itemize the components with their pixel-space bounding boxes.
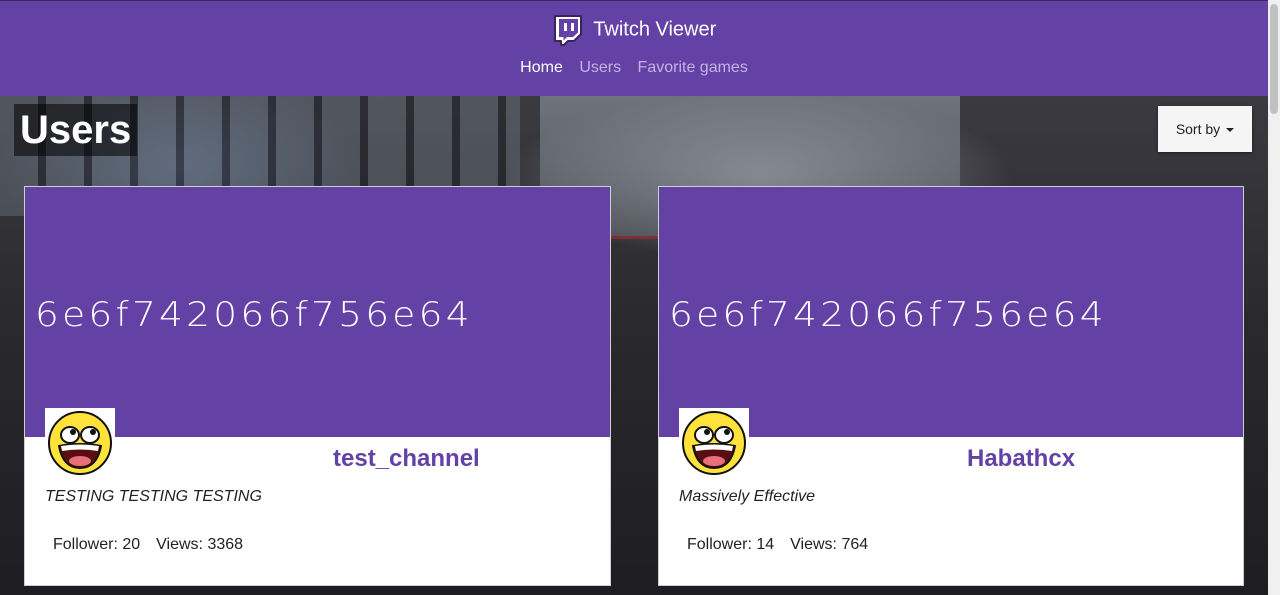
twitch-logo-icon (552, 14, 584, 46)
user-name[interactable]: Habathcx (967, 445, 1075, 473)
app-title: Twitch Viewer (593, 18, 717, 41)
banner-text: 6e6f742066f756e64 (35, 295, 473, 335)
nav-item-home[interactable]: Home (520, 59, 563, 76)
banner-text: 6e6f742066f756e64 (669, 295, 1107, 335)
sort-by-button[interactable]: Sort by (1158, 106, 1252, 152)
nav-item-favorite-games[interactable]: Favorite games (638, 59, 748, 76)
page-title: Users (14, 104, 138, 156)
scrollbar-thumb[interactable] (1270, 4, 1278, 114)
page-scrollbar[interactable] (1268, 0, 1280, 595)
nav-item-users[interactable]: Users (579, 59, 621, 76)
user-description: TESTING TESTING TESTING (45, 488, 262, 505)
card-banner: 6e6f742066f756e64 (25, 187, 610, 437)
user-name[interactable]: test_channel (333, 445, 480, 473)
avatar (679, 408, 749, 478)
follower-count: Follower: 14 (687, 536, 775, 553)
user-description: Massively Effective (679, 488, 816, 505)
user-card[interactable]: 6e6f742066f756e64 test_channel TESTING T… (24, 186, 611, 586)
follower-count: Follower: 20 (53, 536, 141, 553)
main-nav: Home Users Favorite games (0, 59, 1268, 77)
user-stats: Follower: 14 Views: 764 (687, 536, 868, 554)
sort-by-label: Sort by (1175, 121, 1221, 137)
awesome-face-icon (682, 411, 746, 475)
awesome-face-icon (48, 411, 112, 475)
view-count: Views: 3368 (156, 536, 244, 553)
navbar: Twitch Viewer Home Users Favorite games (0, 0, 1268, 96)
caret-down-icon (1226, 128, 1235, 133)
view-count: Views: 764 (790, 536, 869, 553)
brand[interactable]: Twitch Viewer (0, 13, 1268, 46)
user-card[interactable]: 6e6f742066f756e64 Habathcx Massively Eff… (658, 186, 1244, 586)
avatar (45, 408, 115, 478)
card-banner: 6e6f742066f756e64 (659, 187, 1243, 437)
user-stats: Follower: 20 Views: 3368 (53, 536, 243, 554)
